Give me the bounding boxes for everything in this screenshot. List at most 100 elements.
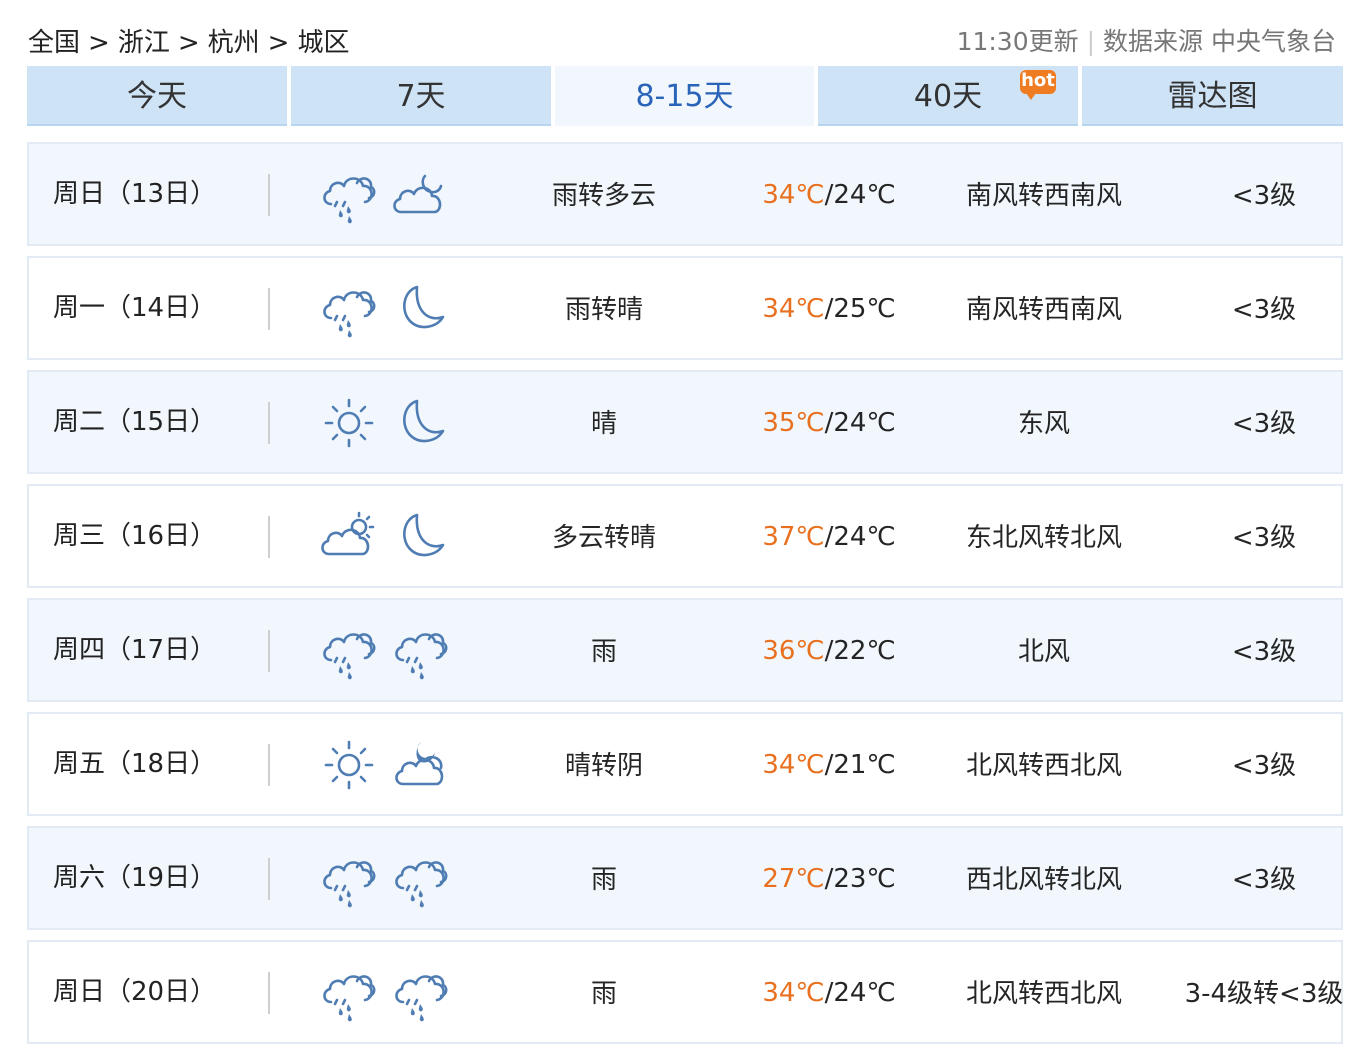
forecast-row: 周三（16日） 多云转晴 37℃/24℃ 东北风转北风 <3级 [27,484,1343,588]
wind-direction: 北风 [1017,637,1070,667]
breadcrumb: 全国 > 浙江 > 杭州 > 城区 [28,22,349,59]
wind-level: <3级 [1231,865,1297,895]
tab-8-15-days[interactable]: 8-15天 [555,66,814,126]
meta-divider: | [1086,27,1096,56]
forecast-row: 周六（19日） 雨 27℃/23℃ 西北风转北风 <3级 [27,826,1343,930]
forecast-date: 周二（15日） [53,407,217,437]
moon-icon [391,508,451,566]
tab-40-days[interactable]: 40天 hot [818,66,1078,126]
weather-description: 晴转阴 [564,751,643,781]
forecast-date: 周六（19日） [53,863,217,893]
update-info: 11:30更新 | 数据来源 中央气象台 [957,22,1336,58]
forecast-date: 周五（18日） [53,749,217,779]
forecast-date: 周日（20日） [53,977,217,1007]
rain-cloud-icon [391,850,451,908]
update-time: 11:30更新 [956,27,1079,56]
divider [268,630,270,672]
sun-cloud-icon [319,508,379,566]
sun-icon [319,394,379,452]
wind-direction: 东北风转北风 [965,523,1122,553]
low-temperature: 24℃ [833,522,896,552]
tab-label: 7天 [396,79,446,114]
temperature-range: 35℃/24℃ [762,408,896,438]
weather-description: 雨转多云 [551,181,656,211]
forecast-date: 周一（14日） [53,293,217,323]
wind-direction: 南风转西南风 [965,181,1122,211]
tab-today[interactable]: 今天 [27,66,287,126]
temperature-range: 36℃/22℃ [762,636,896,666]
high-temperature: 34℃ [762,294,825,324]
temperature-range: 34℃/24℃ [762,978,896,1008]
breadcrumb-item-national[interactable]: 全国 [28,28,80,58]
weather-description: 雨转晴 [564,295,643,325]
divider [268,402,270,444]
wind-direction: 东风 [1017,409,1070,439]
wind-level: <3级 [1231,409,1297,439]
forecast-date: 周四（17日） [53,635,217,665]
breadcrumb-item-province[interactable]: 浙江 [118,28,170,58]
moon-icon [391,394,451,452]
low-temperature: 24℃ [833,978,896,1008]
weather-description: 雨 [590,637,617,667]
divider [268,516,270,558]
tab-label: 今天 [127,79,187,114]
breadcrumb-separator: > [177,28,200,58]
divider [268,972,270,1014]
wind-direction: 西北风转北风 [965,865,1122,895]
low-temperature: 21℃ [833,750,896,780]
moon-icon [391,280,451,338]
temperature-range: 34℃/24℃ [762,180,896,210]
temperature-range: 34℃/25℃ [762,294,896,324]
low-temperature: 23℃ [833,864,896,894]
high-temperature: 36℃ [762,636,825,666]
temperature-range: 27℃/23℃ [762,864,896,894]
high-temperature: 34℃ [762,180,825,210]
temperature-range: 34℃/21℃ [762,750,896,780]
wind-direction: 南风转西南风 [965,295,1122,325]
forecast-date: 周三（16日） [53,521,217,551]
wind-direction: 北风转西北风 [965,979,1122,1009]
wind-level: <3级 [1231,523,1297,553]
rain-cloud-icon [319,964,379,1022]
rain-cloud-icon [391,964,451,1022]
wind-level: <3级 [1231,181,1297,211]
low-temperature: 24℃ [833,180,896,210]
tab-label: 40天 [913,79,983,114]
divider [268,858,270,900]
wind-level: <3级 [1231,751,1297,781]
low-temperature: 24℃ [833,408,896,438]
weather-description: 晴 [590,409,617,439]
forecast-row: 周日（20日） 雨 34℃/24℃ 北风转西北风 3-4级转<3级 [27,940,1343,1044]
breadcrumb-separator: > [267,28,290,58]
weather-description: 雨 [590,979,617,1009]
low-temperature: 22℃ [833,636,896,666]
high-temperature: 35℃ [762,408,825,438]
breadcrumb-item-city[interactable]: 杭州 [208,28,260,58]
breadcrumb-item-district: 城区 [297,28,350,58]
divider [268,174,270,216]
moon-overcast-icon [391,736,451,794]
breadcrumb-separator: > [88,28,110,58]
high-temperature: 34℃ [762,978,825,1008]
forecast-date: 周日（13日） [53,179,217,209]
wind-level: 3-4级转<3级 [1184,979,1344,1009]
wind-direction: 北风转西北风 [965,751,1122,781]
wind-level: <3级 [1231,295,1297,325]
sun-icon [319,736,379,794]
forecast-row: 周二（15日） 晴 35℃/24℃ 东风 <3级 [27,370,1343,474]
divider [268,288,270,330]
tab-label: 雷达图 [1167,79,1258,114]
divider [268,744,270,786]
tab-7-days[interactable]: 7天 [291,66,551,126]
tab-label: 8-15天 [635,79,734,114]
top-bar: 全国 > 浙江 > 杭州 > 城区 11:30更新 | 数据来源 中央气象台 [28,18,1342,62]
rain-cloud-icon [319,850,379,908]
forecast-row: 周日（13日） 雨转多云 34℃/24℃ 南风转西南风 <3级 [27,142,1343,246]
hot-badge: hot [1020,70,1056,100]
rain-cloud-icon [319,280,379,338]
rain-cloud-icon [319,166,379,224]
wind-level: <3级 [1231,637,1297,667]
tab-radar[interactable]: 雷达图 [1082,66,1343,126]
forecast-tabs: 今天 7天 8-15天 40天 hot 雷达图 [27,66,1343,126]
forecast-row: 周四（17日） 雨 36℃/22℃ 北风 <3级 [27,598,1343,702]
